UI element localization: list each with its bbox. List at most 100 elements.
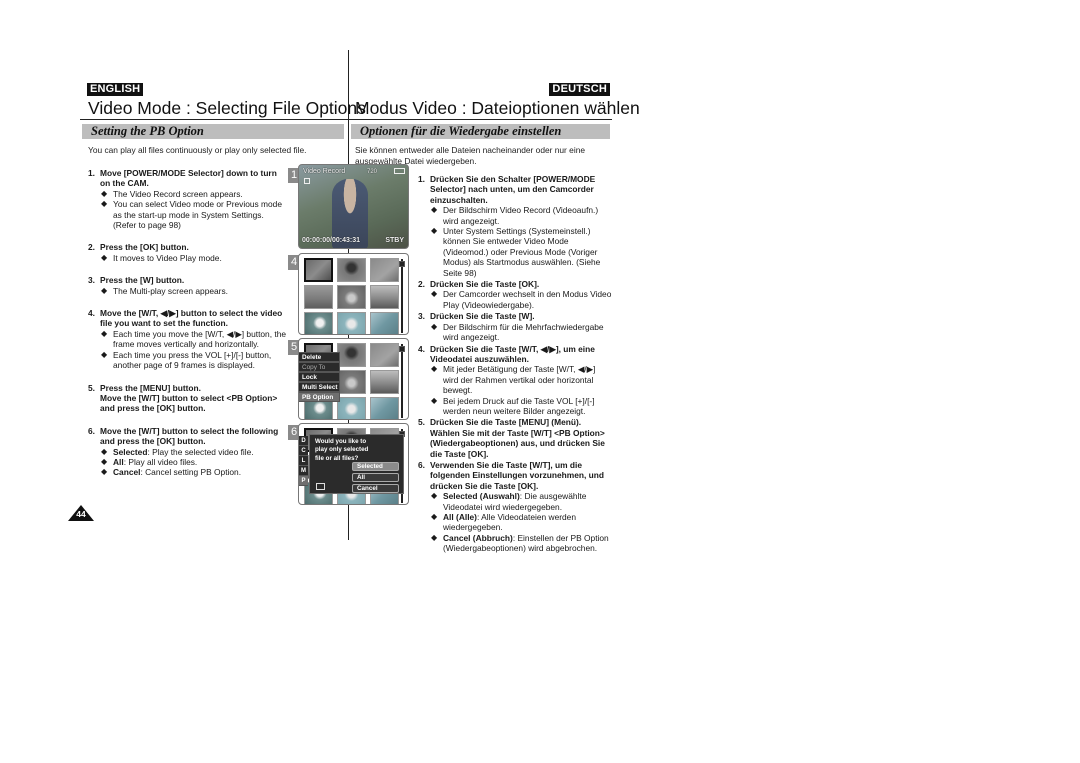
step-subheading: Wählen Sie mit der Taste [W/T] <PB Optio… (430, 427, 605, 459)
thumbnail[interactable] (337, 312, 366, 334)
bullet-diamond-icon: ◆ (431, 512, 438, 521)
step-heading: Drücken Sie die Taste [W/T, ◀/▶], um ein… (430, 343, 595, 364)
menu-letter: D (299, 436, 308, 446)
bullet-diamond-icon: ◆ (431, 226, 438, 236)
thumbnail[interactable] (337, 343, 366, 367)
thumbnail[interactable] (304, 312, 333, 334)
option-all-button[interactable]: All (352, 473, 399, 482)
thumbnail[interactable] (370, 370, 399, 394)
step-number: 1. (88, 168, 95, 178)
step-item: 3. Drücken Sie die Taste [W]. ◆ Der Bildsch… (418, 311, 613, 342)
scrollbar[interactable] (401, 259, 403, 333)
bullet-text: Der Camcorder wechselt in den Modus Vide… (443, 289, 612, 310)
thumbnail[interactable] (304, 258, 333, 282)
option-cancel-button[interactable]: Cancel (352, 484, 399, 493)
bullet-diamond-icon: ◆ (101, 456, 108, 466)
thumbnail[interactable] (370, 258, 399, 282)
section-heading-english: Setting the PB Option (82, 124, 344, 139)
step-bullet: ◆ Each time you move the [W/T, ◀/▶] butto… (100, 329, 288, 350)
step-item: 4. Move the [W/T, ◀/▶] button to select t… (88, 308, 288, 370)
step-bullet: ◆ You can select Video mode or Previous m… (100, 199, 288, 230)
scrollbar-thumb[interactable] (399, 261, 405, 267)
step-item: 3. Press the [W] button. ◆ The Multi-play s… (88, 275, 288, 296)
osd-timecode: 00:00:00/00:43:31 (302, 237, 360, 244)
thumbnail[interactable] (370, 312, 399, 334)
osd-mode-label: Video Record (303, 168, 346, 175)
bullet-text: Each time you press the VOL [+]/[-] butt… (113, 349, 272, 371)
thumbnail[interactable] (370, 397, 399, 419)
bullet-term: Cancel (113, 467, 141, 478)
dialog-question: Would you like to play only selected fil… (315, 438, 369, 462)
bullet-text: Der Bildschirm für die Mehrfachwiedergab… (443, 321, 604, 343)
osd-status: STBY (385, 237, 404, 244)
camcorder-screen-pb-option: D C L M P Would you like to play only se… (298, 423, 409, 505)
bullet-text: You can select Video mode or Previous mo… (113, 199, 282, 231)
menu-item-lock[interactable]: Lock (299, 372, 340, 382)
step-item: 5. Press the [MENU] button. Move the [W/T]… (88, 383, 288, 414)
bullet-diamond-icon: ◆ (431, 491, 438, 501)
page-title-english: Video Mode : Selecting File Options (88, 98, 366, 118)
thumbnail[interactable] (337, 285, 366, 309)
step-number: 3. (418, 311, 425, 322)
step-item: 4. Drücken Sie die Taste [W/T, ◀/▶], um e… (418, 344, 613, 417)
menu-item-pb-option[interactable]: PB Option (299, 392, 340, 402)
option-selected-button[interactable]: Selected (352, 462, 399, 471)
scrollbar[interactable] (401, 344, 403, 418)
camcorder-screen-menu: Delete Copy To Lock Multi Select PB Opti… (298, 338, 409, 420)
step-heading: Press the [OK] button. (100, 242, 189, 253)
bullet-diamond-icon: ◆ (101, 285, 108, 295)
page-number: 44 (76, 509, 86, 519)
bullet-diamond-icon: ◆ (431, 205, 438, 215)
step-bullet: ◆ The Multi-play screen appears. (100, 286, 288, 296)
step-heading: Move the [W/T] button to select the foll… (100, 425, 279, 447)
thumbnail[interactable] (337, 258, 366, 282)
context-menu: Delete Copy To Lock Multi Select PB Opti… (299, 352, 340, 402)
thumbnail[interactable] (370, 285, 399, 309)
step-item: 2. Drücken Sie die Taste [OK]. ◆ Der Camcor… (418, 279, 613, 310)
thumbnail[interactable] (370, 343, 399, 367)
bullet-diamond-icon: ◆ (101, 328, 108, 338)
step-heading: Drücken Sie die Taste [MENU] (Menü). (430, 417, 582, 428)
step-bullet: ◆ It moves to Video Play mode. (100, 253, 288, 263)
step-bullet: ◆ Bei jedem Druck auf die Taste VOL [+]/[… (430, 396, 613, 417)
bullet-term: All (113, 456, 124, 467)
intro-text-english: You can play all files continuously or p… (88, 145, 307, 155)
bullet-diamond-icon: ◆ (101, 199, 108, 209)
intro-text-deutsch: Sie können entweder alle Dateien nachein… (355, 145, 586, 166)
bullet-text: It moves to Video Play mode. (113, 252, 222, 263)
step-number: 2. (88, 242, 95, 253)
menu-item-delete[interactable]: Delete (299, 352, 340, 362)
step-bullet: ◆ The Video Record screen appears. (100, 189, 288, 199)
step-bullet: ◆ Mit jeder Betätigung der Taste [W/T, ◀/… (430, 364, 613, 395)
step-heading: Drücken Sie den Schalter [POWER/MODE Sel… (430, 174, 596, 205)
title-rule-english (80, 119, 348, 120)
back-icon[interactable] (316, 483, 325, 490)
bullet-diamond-icon: ◆ (101, 349, 108, 359)
title-rule-deutsch (349, 119, 612, 120)
bullet-term: Selected (113, 446, 148, 457)
bullet-text: : Play all video files. (123, 456, 198, 467)
scrollbar-thumb[interactable] (399, 346, 405, 352)
bullet-text: : Play the selected video file. (147, 446, 254, 457)
step-item: 6. Verwenden Sie die Taste [W/T], um die … (418, 460, 613, 554)
step-bullet: ◆ Der Camcorder wechselt in den Modus Vid… (430, 289, 613, 310)
step-bullet: ◆ Der Bildschirm Video Record (Videoaufn.… (430, 205, 613, 226)
menu-item-multi-select[interactable]: Multi Select (299, 382, 340, 392)
step-number: 4. (418, 343, 425, 354)
language-badge-deutsch: DEUTSCH (549, 83, 610, 96)
bullet-text: : Cancel setting PB Option. (140, 467, 242, 478)
step-number: 2. (418, 279, 425, 290)
thumbnail[interactable] (337, 397, 366, 419)
step-number: 1. (418, 174, 425, 184)
step-number: 5. (88, 382, 95, 393)
thumbnail[interactable] (304, 285, 333, 309)
thumbnail[interactable] (337, 370, 366, 394)
bullet-diamond-icon: ◆ (431, 321, 438, 331)
bullet-text: Each time you move the [W/T, ◀/▶] button… (113, 328, 287, 350)
step-number: 6. (88, 425, 95, 436)
bullet-diamond-icon: ◆ (431, 395, 438, 405)
step-item: 1. Drücken Sie den Schalter [POWER/MODE S… (418, 174, 613, 278)
step-bullet: ◆ Der Bildschirm für die Mehrfachwiederga… (430, 322, 613, 343)
step-heading: Move the [W/T, ◀/▶] button to select the… (100, 308, 283, 329)
menu-item-copy-to[interactable]: Copy To (299, 362, 340, 372)
